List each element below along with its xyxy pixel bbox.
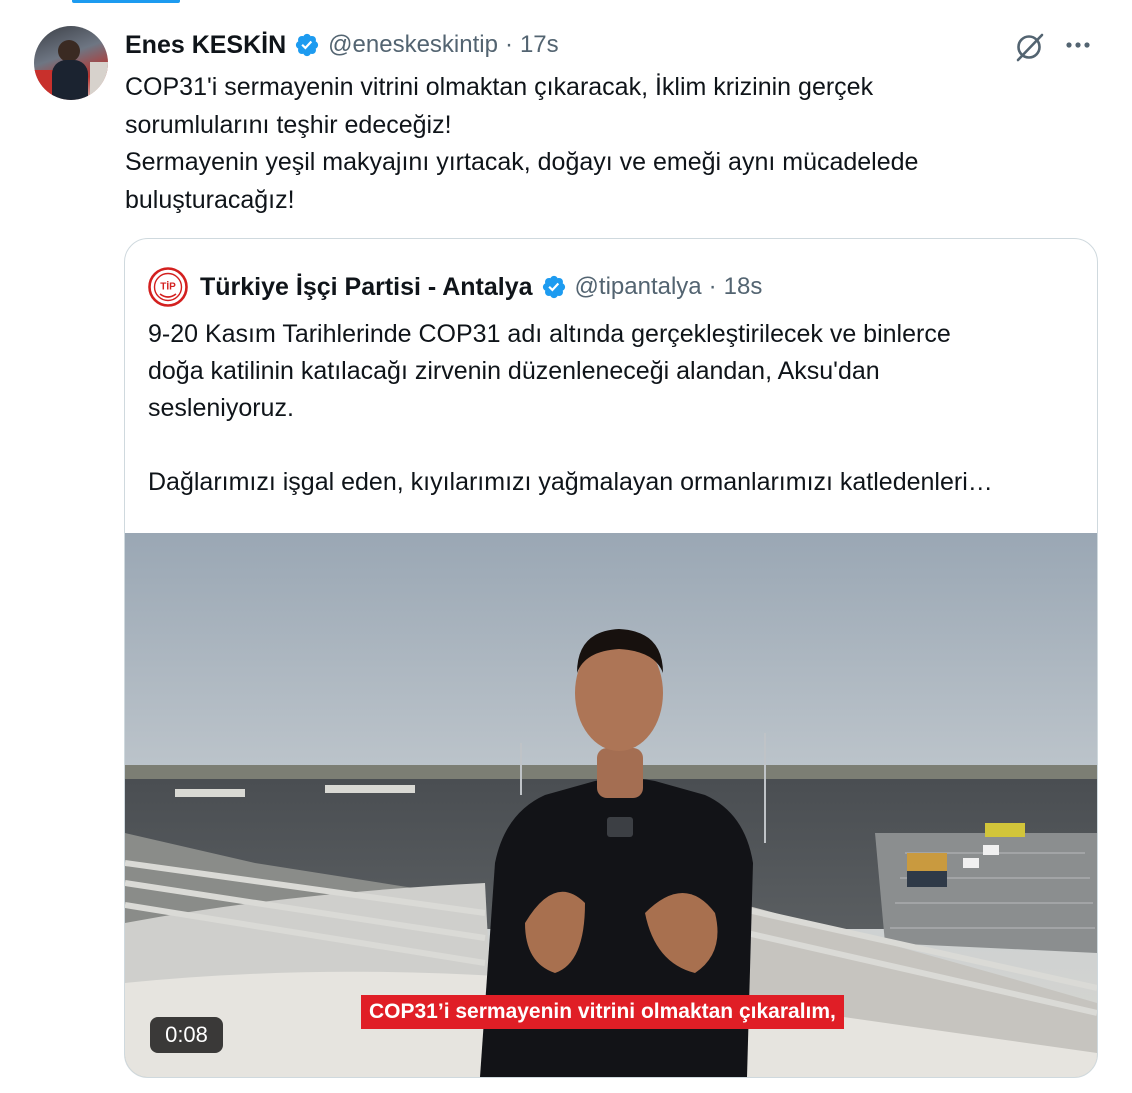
avatar-bg-left bbox=[34, 70, 54, 100]
quoted-tweet-header: TİP Türkiye İşçi Partisi - Antalya @tipa… bbox=[148, 267, 763, 307]
quoted-author-name[interactable]: Türkiye İşçi Partisi - Antalya bbox=[200, 273, 533, 302]
author-name[interactable]: Enes KESKİN bbox=[125, 31, 286, 60]
tweet-time[interactable]: 17s bbox=[520, 31, 559, 59]
avatar[interactable] bbox=[34, 26, 108, 100]
avatar-bg-right bbox=[90, 62, 108, 100]
avatar-body bbox=[52, 60, 88, 100]
grok-icon[interactable] bbox=[1012, 30, 1046, 64]
avatar-head bbox=[58, 40, 80, 62]
separator-dot: · bbox=[504, 31, 513, 58]
video-player[interactable]: COP31’i sermayenin vitrini olmaktan çıka… bbox=[125, 533, 1097, 1077]
quoted-tweet-time[interactable]: 18s bbox=[724, 273, 763, 301]
quoted-author-handle[interactable]: @tipantalya bbox=[575, 273, 702, 301]
quoted-tweet-card[interactable]: TİP Türkiye İşçi Partisi - Antalya @tipa… bbox=[124, 238, 1098, 1078]
more-options-icon[interactable] bbox=[1062, 32, 1094, 58]
verified-badge-icon[interactable] bbox=[294, 32, 320, 58]
quoted-separator-dot: · bbox=[708, 273, 717, 300]
tip-logo-icon[interactable]: TİP bbox=[148, 267, 188, 307]
tip-logo-text: TİP bbox=[160, 280, 176, 293]
tweet-header: Enes KESKİN @eneskeskintip · 17s bbox=[125, 30, 559, 60]
video-duration-badge: 0:08 bbox=[150, 1017, 223, 1053]
active-tab-indicator bbox=[72, 0, 180, 3]
tweet-text: COP31'i sermayenin vitrini olmaktan çıka… bbox=[125, 73, 919, 214]
quoted-tweet-text: 9-20 Kasım Tarihlerinde COP31 adı altınd… bbox=[148, 320, 993, 496]
quoted-verified-badge-icon[interactable] bbox=[541, 274, 567, 300]
author-handle[interactable]: @eneskeskintip bbox=[328, 31, 498, 59]
video-subtitle: COP31’i sermayenin vitrini olmaktan çıka… bbox=[361, 995, 844, 1029]
